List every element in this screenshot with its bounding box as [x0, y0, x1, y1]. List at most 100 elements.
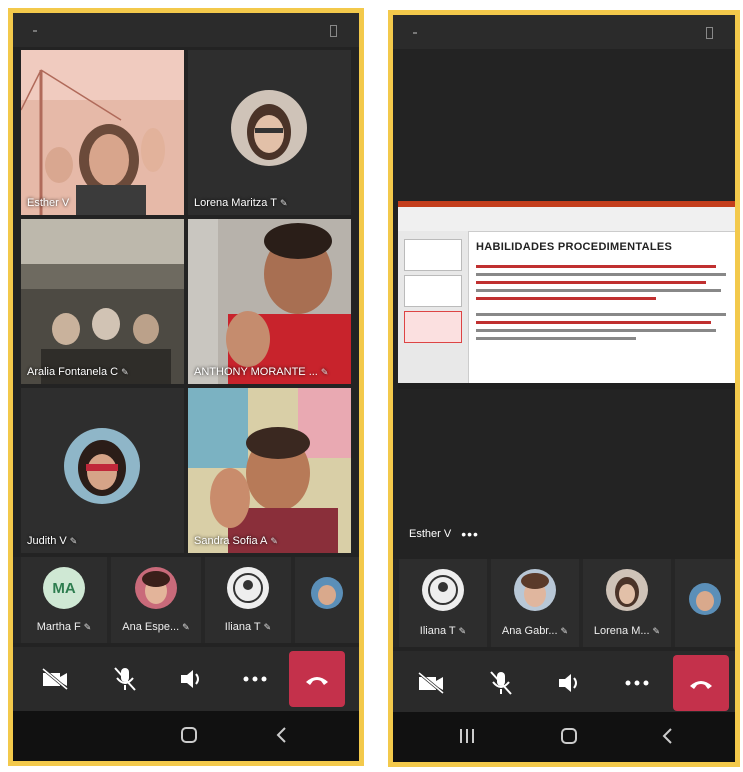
name-text: Aralia Fontanela C — [27, 366, 119, 378]
video-feed — [21, 219, 184, 384]
app-title-bar — [398, 201, 735, 207]
participant-name: Iliana T ✎ — [205, 621, 291, 633]
shared-screen[interactable]: HABILIDADES PROCEDIMENTALES — [398, 201, 735, 389]
video-feed — [21, 50, 184, 215]
mic-muted-icon: ✎ — [320, 367, 329, 377]
participant-strip: Iliana T ✎ Ana Gabr... ✎ Lorena M... ✎ — [393, 559, 735, 647]
video-feed — [188, 388, 351, 553]
avatar-initials: MA — [52, 579, 76, 597]
battery-icon — [330, 25, 337, 37]
participant-name: Sandra Sofia A ✎ — [194, 535, 278, 547]
participant-tile-aralia[interactable]: Aralia Fontanela C ✎ — [21, 219, 184, 384]
slide-thumbnails — [398, 231, 469, 383]
participant-name: Aralia Fontanela C ✎ — [27, 366, 129, 378]
nav-back-icon — [662, 728, 672, 744]
speaker-icon — [181, 670, 199, 688]
speaker-button[interactable] — [549, 663, 589, 703]
more-icon — [243, 676, 267, 682]
avatar — [689, 583, 721, 615]
avatar — [135, 567, 177, 609]
nav-back-button[interactable] — [269, 723, 293, 747]
avatar — [606, 569, 648, 611]
more-options-button[interactable] — [235, 659, 275, 699]
battery-icon — [706, 27, 713, 39]
android-nav-bar — [393, 712, 735, 762]
more-options-button[interactable] — [617, 663, 657, 703]
status-dot — [413, 32, 417, 34]
participant-tile-anthony[interactable]: ANTHONY MORANTE ... ✎ — [188, 219, 351, 384]
nav-home-icon — [561, 728, 577, 744]
strip-item-lorena[interactable]: Lorena M... ✎ — [583, 559, 671, 647]
mic-muted-icon: ✎ — [69, 536, 78, 546]
video-off-icon — [42, 667, 68, 691]
hangup-button[interactable] — [289, 651, 345, 707]
phone-right: HABILIDADES PROCEDIMENTALES Esther V •••… — [388, 10, 740, 767]
nav-home-icon — [181, 727, 197, 743]
name-text: Martha F — [36, 621, 81, 633]
hangup-icon — [306, 677, 328, 685]
mic-toggle-button[interactable] — [105, 659, 145, 699]
presenter-chip[interactable]: Esther V ••• — [403, 521, 485, 547]
avatar — [514, 569, 556, 611]
participant-name: Esther V — [27, 197, 69, 209]
hangup-icon — [690, 681, 712, 689]
name-text: Sandra Sofia A — [194, 535, 268, 547]
nav-home-button[interactable] — [557, 724, 581, 748]
participant-strip: MA Martha F ✎ Ana Espe... ✎ Iliana T ✎ — [13, 557, 359, 643]
strip-item-partial[interactable] — [675, 559, 735, 647]
video-off-icon — [418, 671, 444, 695]
participant-name: ANTHONY MORANTE ... ✎ — [194, 366, 328, 378]
strip-item-ana[interactable]: Ana Espe... ✎ — [111, 557, 201, 643]
name-text: Lorena Maritza T — [194, 197, 277, 209]
participant-name: Lorena Maritza T ✎ — [194, 197, 288, 209]
mic-toggle-button[interactable] — [481, 663, 521, 703]
avatar — [231, 90, 307, 166]
name-text: Lorena M... — [593, 625, 650, 637]
camera-toggle-button[interactable] — [411, 663, 451, 703]
more-icon[interactable]: ••• — [461, 526, 479, 542]
status-bar — [13, 13, 359, 47]
participant-tile-sandra[interactable]: Sandra Sofia A ✎ — [188, 388, 351, 553]
mic-off-icon — [114, 667, 136, 691]
video-feed — [188, 219, 351, 384]
participant-tile-lorena[interactable]: Lorena Maritza T ✎ — [188, 50, 351, 215]
call-controls — [393, 651, 735, 715]
mic-muted-icon: ✎ — [652, 626, 661, 636]
participant-tile-judith[interactable]: Judith V ✎ — [21, 388, 184, 553]
mic-muted-icon: ✎ — [270, 536, 278, 546]
participant-name: Ana Gabr... ✎ — [491, 625, 579, 637]
slide-heading: HABILIDADES PROCEDIMENTALES — [476, 241, 673, 253]
strip-item-iliana[interactable]: Iliana T ✎ — [205, 557, 291, 643]
name-text: ANTHONY MORANTE ... — [194, 366, 318, 378]
nav-recents-icon — [460, 729, 474, 743]
strip-item-iliana[interactable]: Iliana T ✎ — [399, 559, 487, 647]
strip-item-partial[interactable] — [295, 557, 359, 643]
avatar — [422, 569, 464, 611]
nav-recents-button[interactable] — [455, 724, 479, 748]
mic-muted-icon: ✎ — [560, 626, 569, 636]
name-text: Judith V — [27, 535, 67, 547]
name-text: Iliana T — [224, 621, 261, 633]
strip-item-ana[interactable]: Ana Gabr... ✎ — [491, 559, 579, 647]
name-text: Esther V — [27, 197, 70, 209]
participant-tile-esther[interactable]: Esther V — [21, 50, 184, 215]
mic-muted-icon: ✎ — [458, 626, 467, 636]
nav-back-icon — [276, 727, 286, 743]
hangup-button[interactable] — [673, 655, 729, 711]
mic-muted-icon: ✎ — [121, 367, 129, 377]
participant-name: Iliana T ✎ — [399, 625, 487, 637]
taskbar — [398, 383, 735, 389]
mic-muted-icon: ✎ — [279, 198, 288, 208]
nav-home-button[interactable] — [177, 723, 201, 747]
speaker-button[interactable] — [171, 659, 211, 699]
camera-toggle-button[interactable] — [35, 659, 75, 699]
participant-name: Martha F ✎ — [21, 621, 107, 633]
app-ribbon — [398, 201, 735, 232]
phone-left: Esther V Lorena Maritza T ✎ Aralia Fontan… — [8, 8, 364, 766]
strip-item-martha[interactable]: MA Martha F ✎ — [21, 557, 107, 643]
nav-back-button[interactable] — [655, 724, 679, 748]
avatar — [311, 577, 343, 609]
more-icon — [625, 680, 649, 686]
android-nav-bar — [13, 711, 359, 761]
avatar: MA — [43, 567, 85, 609]
